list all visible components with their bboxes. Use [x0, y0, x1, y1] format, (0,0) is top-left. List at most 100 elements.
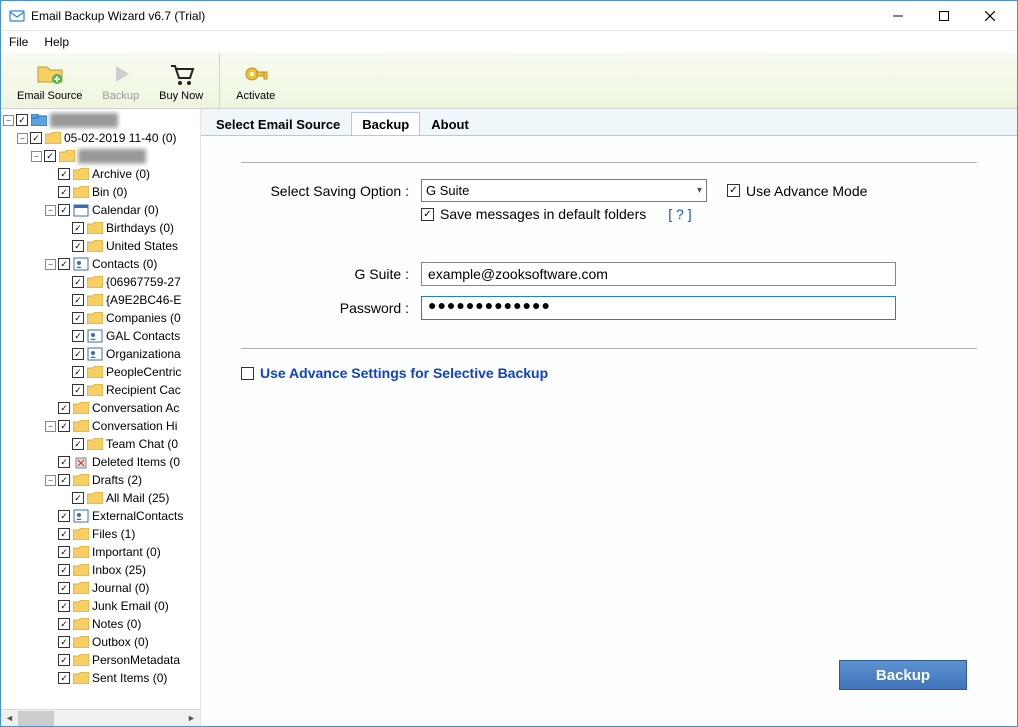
- tree-checkbox[interactable]: [58, 456, 70, 468]
- tree-checkbox[interactable]: [58, 204, 70, 216]
- tree-checkbox[interactable]: [72, 492, 84, 504]
- tree-item[interactable]: Recipient Cac: [3, 381, 200, 399]
- tree-checkbox[interactable]: [58, 510, 70, 522]
- tree-item[interactable]: ExternalContacts: [3, 507, 200, 525]
- tree-item[interactable]: PersonMetadata: [3, 651, 200, 669]
- backup-button[interactable]: Backup: [839, 660, 967, 690]
- tree-item[interactable]: −Drafts (2): [3, 471, 200, 489]
- menu-help[interactable]: Help: [44, 35, 69, 49]
- tree-item[interactable]: Files (1): [3, 525, 200, 543]
- tree-item[interactable]: Outbox (0): [3, 633, 200, 651]
- tree-toggle-icon[interactable]: −: [45, 259, 56, 270]
- tree-item[interactable]: United States: [3, 237, 200, 255]
- tree-item[interactable]: {06967759-27: [3, 273, 200, 291]
- tree-toggle-icon[interactable]: −: [45, 205, 56, 216]
- tree-item[interactable]: Birthdays (0): [3, 219, 200, 237]
- tree-checkbox[interactable]: [58, 420, 70, 432]
- tree-item[interactable]: Notes (0): [3, 615, 200, 633]
- tab-backup[interactable]: Backup: [351, 112, 420, 136]
- tree-checkbox[interactable]: [58, 600, 70, 612]
- tree-checkbox[interactable]: [72, 366, 84, 378]
- tree-item[interactable]: Bin (0): [3, 183, 200, 201]
- tree-checkbox[interactable]: [58, 654, 70, 666]
- tree-checkbox[interactable]: [58, 618, 70, 630]
- tree-toggle-icon[interactable]: −: [45, 421, 56, 432]
- email-source-button[interactable]: Email Source: [7, 58, 92, 104]
- tree-item[interactable]: Team Chat (0: [3, 435, 200, 453]
- tree-checkbox[interactable]: [58, 168, 70, 180]
- advance-settings-checkbox[interactable]: Use Advance Settings for Selective Backu…: [241, 365, 977, 381]
- menu-file[interactable]: File: [9, 35, 28, 49]
- scroll-thumb[interactable]: [18, 711, 54, 726]
- buy-now-button[interactable]: Buy Now: [149, 58, 213, 104]
- tab-select-email-source[interactable]: Select Email Source: [205, 112, 351, 135]
- tree-spacer: [45, 673, 56, 684]
- tree-item[interactable]: −████████: [3, 147, 200, 165]
- tree-item[interactable]: Conversation Ac: [3, 399, 200, 417]
- tree-checkbox[interactable]: [72, 330, 84, 342]
- backup-toolbar-button[interactable]: Backup: [92, 58, 149, 104]
- tree-checkbox[interactable]: [44, 150, 56, 162]
- tree-spacer: [59, 241, 70, 252]
- tree-item[interactable]: −05-02-2019 11-40 (0): [3, 129, 200, 147]
- tree-checkbox[interactable]: [58, 474, 70, 486]
- tree-checkbox[interactable]: [58, 402, 70, 414]
- tree-item[interactable]: All Mail (25): [3, 489, 200, 507]
- tree-checkbox[interactable]: [72, 276, 84, 288]
- tree-checkbox[interactable]: [72, 240, 84, 252]
- tree-item[interactable]: {A9E2BC46-E: [3, 291, 200, 309]
- menubar: File Help: [1, 31, 1017, 53]
- tree-item[interactable]: −Contacts (0): [3, 255, 200, 273]
- tree-item[interactable]: −Calendar (0): [3, 201, 200, 219]
- advance-mode-checkbox[interactable]: Use Advance Mode: [727, 183, 867, 199]
- tree-item[interactable]: Organizationa: [3, 345, 200, 363]
- save-default-checkbox[interactable]: Save messages in default folders: [421, 206, 646, 222]
- help-link[interactable]: [ ? ]: [668, 206, 691, 222]
- save-default-label: Save messages in default folders: [440, 206, 646, 222]
- tree-spacer: [45, 169, 56, 180]
- tree-item[interactable]: GAL Contacts: [3, 327, 200, 345]
- tree-checkbox[interactable]: [58, 528, 70, 540]
- tree-item[interactable]: −████████: [3, 111, 200, 129]
- tree-checkbox[interactable]: [72, 384, 84, 396]
- tree-item[interactable]: Inbox (25): [3, 561, 200, 579]
- tree-toggle-icon[interactable]: −: [45, 475, 56, 486]
- close-button[interactable]: [967, 1, 1013, 31]
- tree-checkbox[interactable]: [58, 546, 70, 558]
- maximize-button[interactable]: [921, 1, 967, 31]
- tree-checkbox[interactable]: [58, 564, 70, 576]
- gsuite-input[interactable]: [421, 262, 896, 286]
- tree-checkbox[interactable]: [72, 348, 84, 360]
- tree-item[interactable]: Journal (0): [3, 579, 200, 597]
- tree-item[interactable]: Junk Email (0): [3, 597, 200, 615]
- tree-checkbox[interactable]: [72, 294, 84, 306]
- tree-checkbox[interactable]: [72, 312, 84, 324]
- tree-checkbox[interactable]: [58, 636, 70, 648]
- tree-checkbox[interactable]: [58, 258, 70, 270]
- password-input[interactable]: ●●●●●●●●●●●●●: [421, 296, 896, 320]
- tree-item[interactable]: Companies (0: [3, 309, 200, 327]
- tree-checkbox[interactable]: [30, 132, 42, 144]
- scroll-left-arrow[interactable]: ◄: [1, 711, 18, 726]
- minimize-button[interactable]: [875, 1, 921, 31]
- activate-button[interactable]: Activate: [226, 58, 285, 104]
- tree-toggle-icon[interactable]: −: [3, 115, 14, 126]
- tree-item[interactable]: Sent Items (0): [3, 669, 200, 687]
- tree-item[interactable]: Important (0): [3, 543, 200, 561]
- tree-checkbox[interactable]: [72, 222, 84, 234]
- horizontal-scrollbar[interactable]: ◄ ►: [1, 709, 200, 726]
- tree-item[interactable]: Archive (0): [3, 165, 200, 183]
- tree-toggle-icon[interactable]: −: [17, 133, 28, 144]
- tree-item[interactable]: −Conversation Hi: [3, 417, 200, 435]
- saving-option-select[interactable]: G Suite ▾: [421, 179, 707, 202]
- tree-checkbox[interactable]: [58, 186, 70, 198]
- tree-item[interactable]: PeopleCentric: [3, 363, 200, 381]
- tree-checkbox[interactable]: [58, 582, 70, 594]
- tab-about[interactable]: About: [420, 112, 480, 135]
- scroll-right-arrow[interactable]: ►: [183, 711, 200, 726]
- tree-item[interactable]: Deleted Items (0: [3, 453, 200, 471]
- tree-checkbox[interactable]: [16, 114, 28, 126]
- tree-checkbox[interactable]: [72, 438, 84, 450]
- tree-checkbox[interactable]: [58, 672, 70, 684]
- tree-toggle-icon[interactable]: −: [31, 151, 42, 162]
